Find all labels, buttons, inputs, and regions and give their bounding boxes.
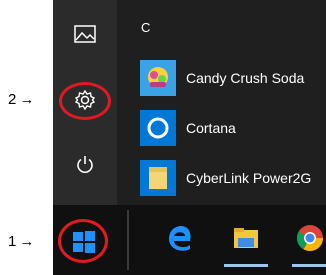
cortana-icon <box>140 110 176 146</box>
callout-number: 2 <box>8 91 17 108</box>
arrow-icon: → <box>19 233 35 250</box>
callout-number: 1 <box>8 233 17 250</box>
edge-taskbar-button[interactable] <box>160 218 200 258</box>
cortana-ring-icon <box>147 117 169 139</box>
candy-crush-icon-graphic <box>148 67 168 87</box>
file-explorer-taskbar-button[interactable] <box>226 218 266 258</box>
settings-highlight <box>59 82 111 120</box>
section-letter[interactable]: C <box>141 20 150 35</box>
app-label: Cortana <box>186 120 236 136</box>
app-label: CyberLink Power2G <box>186 170 312 186</box>
app-list-item-cyberlink[interactable]: CyberLink Power2G <box>140 159 311 197</box>
app-list-item-candy-crush[interactable]: Candy Crush Soda <box>140 59 304 97</box>
pictures-icon <box>74 25 96 43</box>
power-icon <box>77 156 93 173</box>
file-explorer-icon <box>234 228 258 248</box>
chrome-icon <box>296 225 324 252</box>
running-indicator <box>224 264 268 267</box>
callout-1: 1 → <box>8 233 34 250</box>
power-button[interactable] <box>53 143 117 187</box>
cyberlink-icon <box>140 160 176 196</box>
callout-2: 2 → <box>8 91 34 108</box>
pictures-button[interactable] <box>53 12 117 56</box>
candy-crush-icon <box>140 60 176 96</box>
arrow-icon: → <box>19 91 35 108</box>
edge-icon <box>169 226 191 251</box>
running-indicator <box>292 264 326 267</box>
chrome-taskbar-button[interactable] <box>290 218 326 258</box>
app-label: Candy Crush Soda <box>186 70 305 86</box>
folder-document-icon <box>149 167 167 189</box>
start-highlight <box>58 219 108 263</box>
taskbar-separator <box>127 210 129 270</box>
app-list-item-cortana[interactable]: Cortana <box>140 109 236 147</box>
